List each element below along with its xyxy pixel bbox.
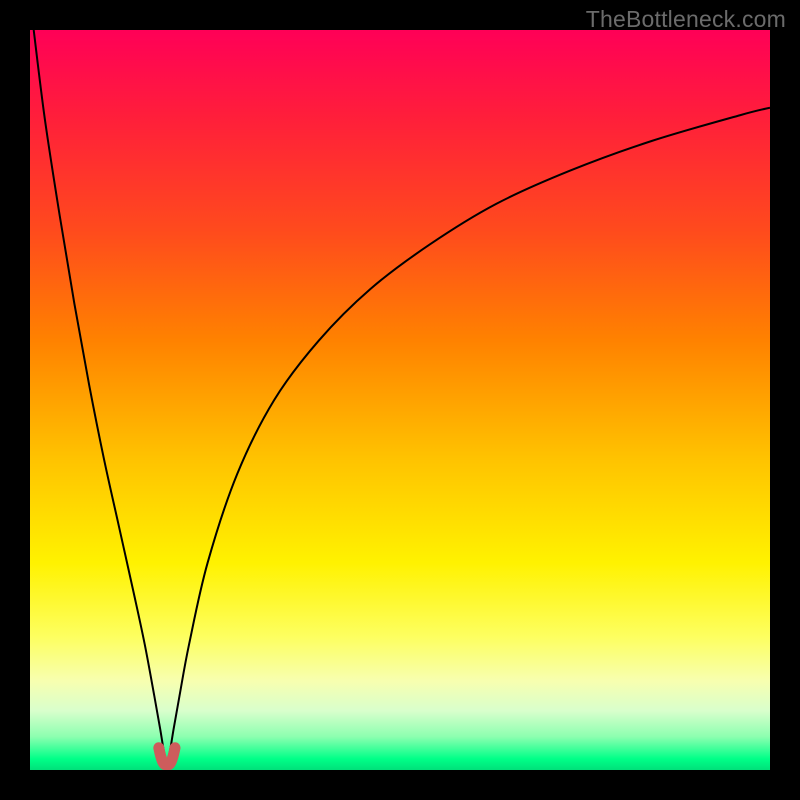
chart-svg — [30, 30, 770, 770]
watermark-text: TheBottleneck.com — [586, 6, 786, 33]
chart-frame: TheBottleneck.com — [0, 0, 800, 800]
gradient-background — [30, 30, 770, 770]
plot-area — [30, 30, 770, 770]
